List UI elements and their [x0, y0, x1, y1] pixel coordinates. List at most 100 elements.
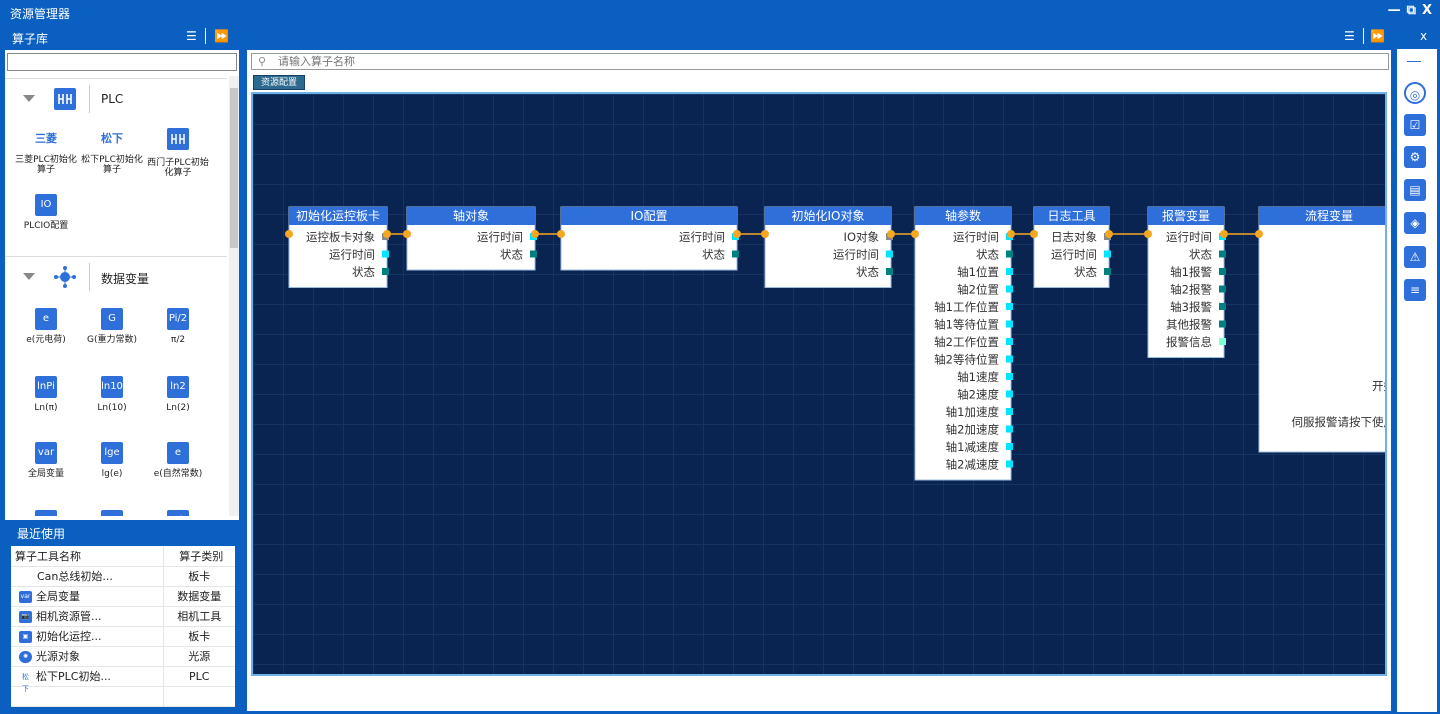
output-port[interactable]: [1006, 460, 1013, 468]
group-header-plc[interactable]: PLC: [5, 78, 227, 118]
flow-node[interactable]: 轴参数运行时间状态轴1位置轴2位置轴1工作位置轴1等待位置轴2工作位置轴2等待位…: [911, 206, 1015, 481]
checklist-icon[interactable]: ☑: [1404, 114, 1426, 136]
tool-mitsubishi-plc[interactable]: 三菱 三菱PLC初始化算子: [13, 128, 79, 175]
tab-resource-config[interactable]: 资源配置: [253, 75, 305, 90]
output-anchor[interactable]: [1105, 230, 1113, 238]
output-port[interactable]: [1006, 425, 1013, 433]
flow-canvas[interactable]: 初始化运控板卡 运控板卡对象 运行时间 状态 轴对象 运行时间 状态 IO配置 运行时间 状态 初始…: [251, 92, 1387, 676]
library-search-input[interactable]: [7, 53, 237, 71]
layers-icon[interactable]: ◈: [1404, 212, 1426, 234]
tool-elementary-charge[interactable]: e e(元电荷): [13, 308, 79, 345]
settings-list-icon[interactable]: ⚙: [1404, 146, 1426, 168]
output-port[interactable]: [1006, 373, 1013, 380]
flow-node[interactable]: 初始化运控板卡运控板卡对象运行时间状态: [285, 206, 391, 288]
output-anchor[interactable]: [733, 230, 741, 238]
input-anchor[interactable]: [1030, 230, 1038, 238]
menu-icon[interactable]: ☰: [1344, 29, 1355, 43]
tool-panasonic-plc[interactable]: 松下 松下PLC初始化算子: [79, 128, 145, 175]
table-row[interactable]: var 全局变量 数据变量: [11, 586, 235, 607]
input-anchor[interactable]: [761, 230, 769, 238]
tool-siemens-plc[interactable]: 西门子PLC初始化算子: [145, 128, 211, 178]
restore-button[interactable]: ⧉: [1407, 3, 1416, 18]
tool-gravity-constant[interactable]: G G(重力常数): [79, 308, 145, 345]
output-port[interactable]: [1006, 268, 1013, 275]
tool-inverse-e[interactable]: 1/e: [13, 510, 79, 516]
tool-plc-io-config[interactable]: IO PLCIO配置: [13, 194, 79, 231]
output-anchor[interactable]: [1007, 230, 1015, 238]
collapse-arrow-icon[interactable]: [23, 273, 35, 280]
close-button[interactable]: X: [1422, 3, 1432, 18]
output-anchor[interactable]: [887, 230, 895, 238]
output-anchor[interactable]: [383, 230, 391, 238]
output-port[interactable]: [886, 268, 893, 275]
grid-list-icon[interactable]: ▤: [1404, 179, 1426, 201]
library-scrollbar[interactable]: [229, 76, 239, 516]
output-port[interactable]: [1006, 303, 1013, 310]
tool-natural-constant[interactable]: e e(自然常数): [145, 442, 211, 479]
output-port[interactable]: [382, 250, 389, 258]
output-port[interactable]: [1006, 408, 1013, 415]
collapse-icon[interactable]: [1407, 61, 1421, 62]
warning-icon[interactable]: ⚠: [1404, 246, 1426, 268]
flow-node[interactable]: 日志工具日志对象运行时间状态: [1030, 206, 1113, 288]
tool-global-variable[interactable]: var 全局变量: [13, 442, 79, 479]
output-anchor[interactable]: [1220, 230, 1228, 238]
output-port[interactable]: [1104, 268, 1111, 275]
tool-ln-2[interactable]: ln2 Ln(2): [145, 376, 211, 413]
table-row[interactable]: 松下松下PLC初始... PLC: [11, 666, 235, 693]
operator-search-input[interactable]: [278, 55, 1378, 68]
output-port[interactable]: [732, 250, 739, 258]
table-row[interactable]: ✺ 光源对象 光源: [11, 646, 235, 667]
output-port[interactable]: [1006, 355, 1013, 363]
table-row[interactable]: Can总线初始... 板卡: [11, 566, 235, 587]
collapse-arrow-icon[interactable]: [23, 95, 35, 102]
output-port[interactable]: [1219, 303, 1226, 310]
input-anchor[interactable]: [1255, 230, 1263, 238]
network-icon[interactable]: ◎: [1404, 82, 1426, 104]
tool-inverse-pi[interactable]: 1/π: [79, 510, 145, 516]
output-port[interactable]: [1219, 268, 1226, 275]
output-port[interactable]: [530, 250, 537, 258]
tool-ln-pi[interactable]: lnPi Ln(π): [13, 376, 79, 413]
pin-icon[interactable]: ⏩: [1370, 29, 1385, 43]
tool-ln-10[interactable]: ln10 Ln(10): [79, 376, 145, 413]
group-header-data-variables[interactable]: 数据变量: [5, 256, 227, 296]
output-port[interactable]: [1006, 338, 1013, 345]
output-port[interactable]: [1219, 320, 1226, 328]
flow-node[interactable]: 流程变量开始伺服报警请按下使用: [1255, 206, 1385, 453]
tool-pi[interactable]: Pi: [145, 510, 211, 516]
menu-icon[interactable]: ☰: [186, 29, 197, 43]
flow-node[interactable]: 初始化IO对象 IO对象运行时间状态: [761, 206, 895, 288]
input-anchor[interactable]: [557, 230, 565, 238]
output-port[interactable]: [1006, 285, 1013, 293]
output-port[interactable]: [1006, 443, 1013, 450]
input-anchor[interactable]: [1144, 230, 1152, 238]
flow-node[interactable]: 轴对象运行时间状态: [403, 206, 539, 271]
menu-list-icon[interactable]: ≡: [1404, 279, 1426, 301]
flow-node[interactable]: 报警变量运行时间状态轴1报警轴2报警轴3报警其他报警报警信息: [1144, 206, 1228, 358]
scrollbar-thumb[interactable]: [230, 88, 238, 248]
output-port[interactable]: [1006, 250, 1013, 258]
output-anchor[interactable]: [531, 230, 539, 238]
input-anchor[interactable]: [911, 230, 919, 238]
table-row[interactable]: 📷 相机资源管... 相机工具: [11, 606, 235, 627]
output-port[interactable]: [382, 268, 389, 275]
panel-close-button[interactable]: x: [1420, 29, 1427, 43]
output-port[interactable]: [1006, 390, 1013, 398]
output-port[interactable]: [1104, 250, 1111, 258]
tool-half-pi[interactable]: Pi/2 π/2: [145, 308, 211, 345]
operator-search[interactable]: ⚲: [251, 53, 1389, 70]
output-port[interactable]: [1219, 250, 1226, 258]
output-port[interactable]: [886, 250, 893, 258]
flow-graph[interactable]: 初始化运控板卡运控板卡对象运行时间状态轴对象运行时间状态 IO配置运行时间状态初始…: [253, 94, 1385, 674]
table-row[interactable]: ▣ 初始化运控... 板卡: [11, 626, 235, 647]
pin-icon[interactable]: ⏩: [214, 29, 229, 43]
flow-node[interactable]: IO配置运行时间状态: [557, 206, 741, 271]
minimize-button[interactable]: —: [1388, 3, 1401, 18]
output-port[interactable]: [1219, 338, 1226, 345]
input-anchor[interactable]: [403, 230, 411, 238]
output-port[interactable]: [1006, 320, 1013, 328]
tool-lg-e[interactable]: lge lg(e): [79, 442, 145, 479]
input-anchor[interactable]: [285, 230, 293, 238]
output-port[interactable]: [1219, 285, 1226, 293]
